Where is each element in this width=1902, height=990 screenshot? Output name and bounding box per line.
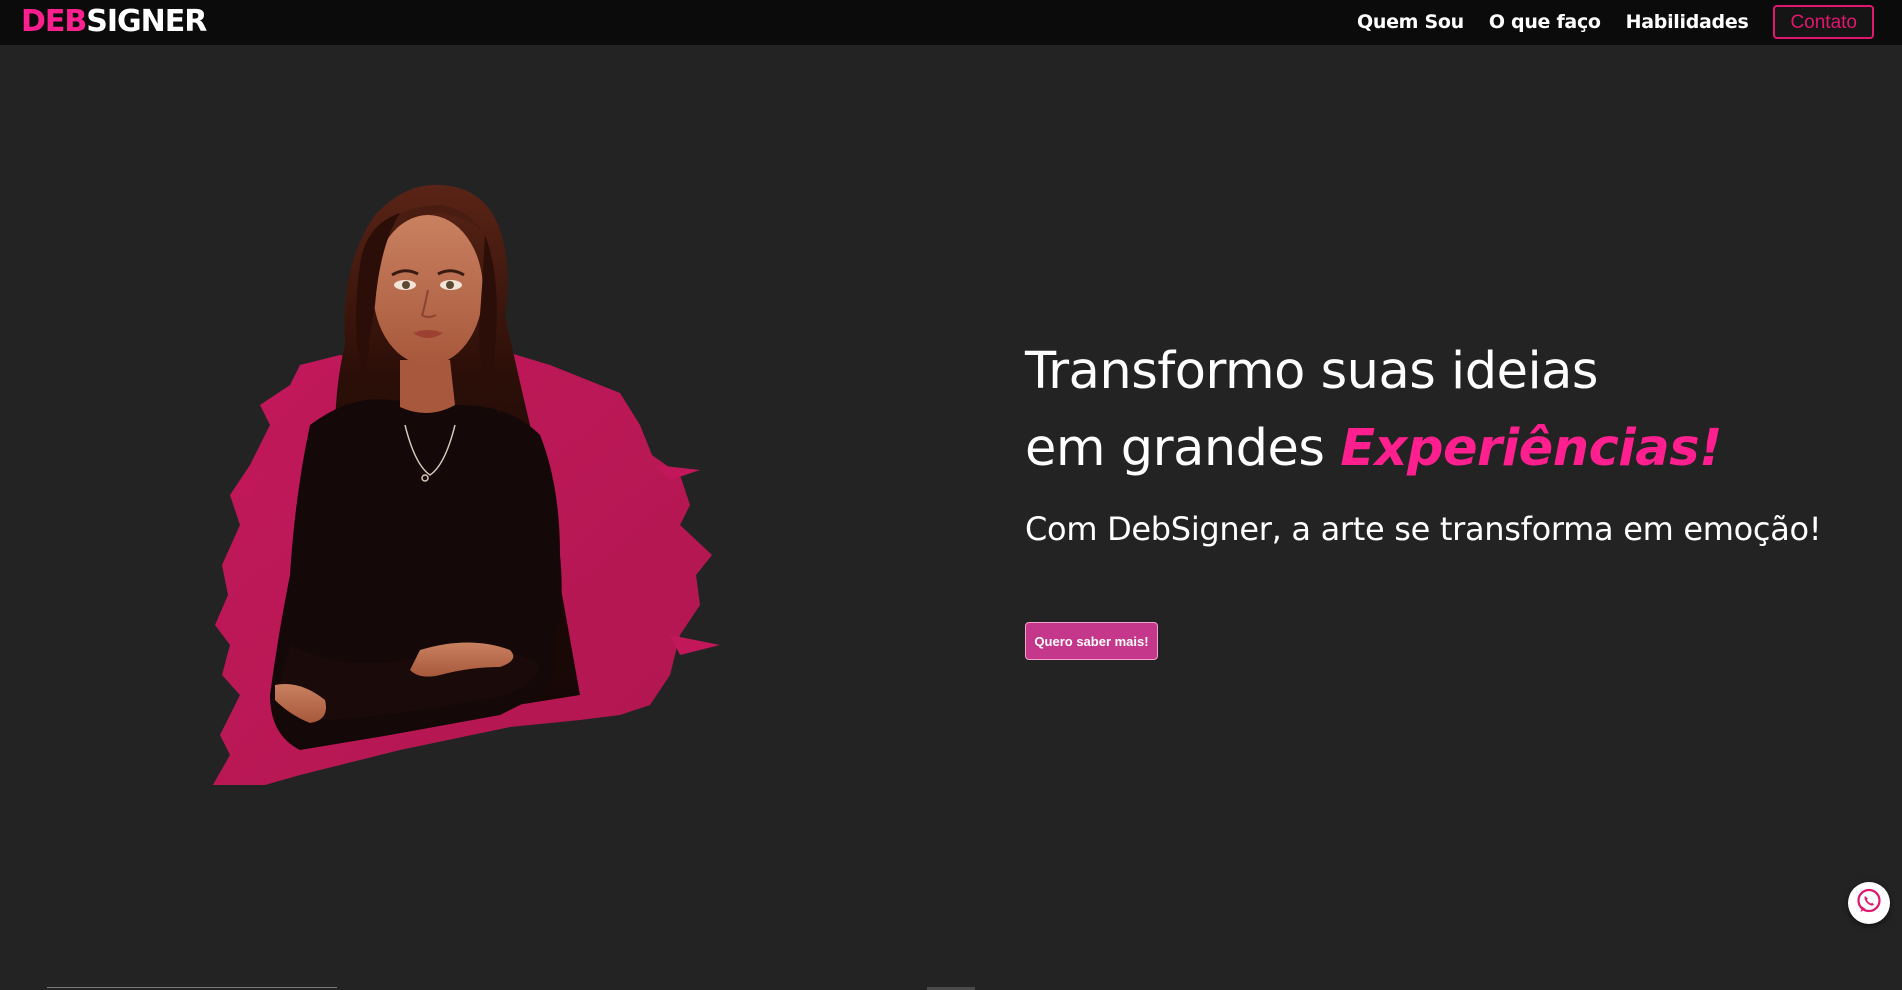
logo-signer: SIGNER xyxy=(86,4,207,39)
hero-portrait-illustration xyxy=(200,175,760,795)
navbar: DEBSIGNER Quem Sou O que faço Habilidade… xyxy=(0,0,1902,45)
site-logo[interactable]: DEBSIGNER xyxy=(21,4,207,40)
divider-left xyxy=(47,987,337,988)
hero-headline: Transformo suas ideias em grandes Experi… xyxy=(1025,333,1875,487)
cta-button[interactable]: Quero saber mais! xyxy=(1025,622,1158,660)
whatsapp-icon xyxy=(1854,886,1884,920)
nav-quem-sou[interactable]: Quem Sou xyxy=(1357,7,1464,37)
whatsapp-button[interactable] xyxy=(1848,882,1890,924)
nav-o-que-faco[interactable]: O que faço xyxy=(1489,7,1601,37)
headline-line1: Transformo suas ideias xyxy=(1025,342,1598,401)
hero-text-block: Transformo suas ideias em grandes Experi… xyxy=(1025,333,1875,549)
hero-subline: Com DebSigner, a arte se transforma em e… xyxy=(1025,510,1822,548)
main-nav: Quem Sou O que faço Habilidades Contato xyxy=(1357,5,1874,39)
headline-accent: Experiências! xyxy=(1340,419,1722,478)
headline-line2-prefix: em grandes xyxy=(1025,419,1341,478)
logo-deb: DEB xyxy=(21,4,87,39)
nav-habilidades[interactable]: Habilidades xyxy=(1626,7,1749,37)
contact-button[interactable]: Contato xyxy=(1773,5,1874,39)
